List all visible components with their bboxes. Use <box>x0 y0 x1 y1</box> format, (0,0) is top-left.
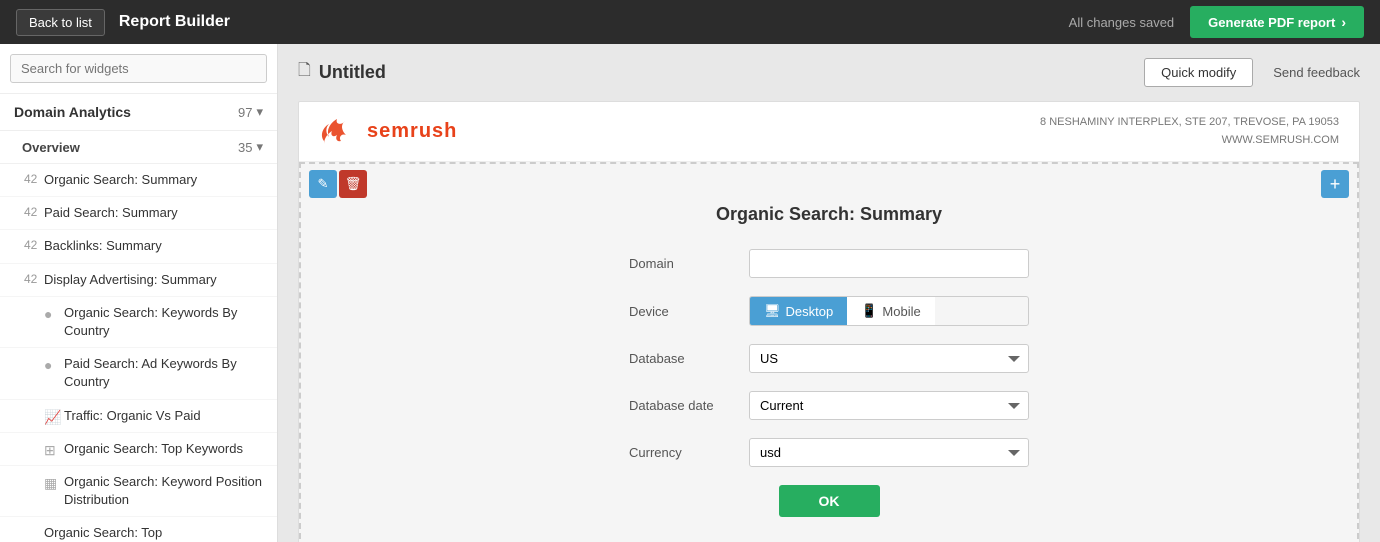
delete-widget-button[interactable]: 🗑 <box>339 170 367 198</box>
database-select[interactable]: US UK CA AU DE FR <box>749 344 1029 373</box>
database-date-select-wrapper: Current Previous <box>749 391 1029 420</box>
form-row-domain: Domain <box>629 249 1029 278</box>
report-card: semrush 8 NESHAMINY INTERPLEX, STE 207, … <box>298 101 1360 542</box>
logo-flame-icon <box>319 119 359 145</box>
top-navigation: Back to list Report Builder All changes … <box>0 0 1380 44</box>
search-input[interactable] <box>10 54 267 83</box>
page-title-area: 🗋 Untitled <box>298 59 386 86</box>
item-label: Paid Search: Summary <box>44 204 263 222</box>
content-area: 🗋 Untitled Quick modify Send feedback se… <box>278 44 1380 542</box>
item-label: Organic Search: Keywords By Country <box>64 304 263 340</box>
arrow-icon: › <box>1341 14 1346 30</box>
sidebar: Domain Analytics 97 ▾ Overview 35 ▾ 42 O… <box>0 44 278 542</box>
form-row-database: Database US UK CA AU DE FR <box>629 344 1029 373</box>
device-label: Device <box>629 304 749 319</box>
company-header: semrush 8 NESHAMINY INTERPLEX, STE 207, … <box>299 102 1359 162</box>
widget-area: ✎ 🗑 + Organic Search: Summary Domain <box>299 162 1359 542</box>
item-label: Organic Search: Top Keywords <box>64 440 263 458</box>
device-toggle: 🖥 Desktop 📱 Mobile <box>749 296 1029 326</box>
chevron-down-icon: ▾ <box>256 104 263 120</box>
list-item[interactable]: ● Paid Search: Ad Keywords By Country <box>0 348 277 399</box>
list-item[interactable]: 42 Backlinks: Summary <box>0 230 277 263</box>
form-row-database-date: Database date Current Previous <box>629 391 1029 420</box>
list-item[interactable]: 42 Paid Search: Summary <box>0 197 277 230</box>
list-item[interactable]: ⊞ Organic Search: Top Keywords <box>0 433 277 466</box>
item-label: Organic Search: Top <box>44 524 263 542</box>
edit-widget-button[interactable]: ✎ <box>309 170 337 198</box>
sidebar-section-domain-analytics[interactable]: Domain Analytics 97 ▾ <box>0 94 277 131</box>
list-item[interactable]: ▦ Organic Search: Keyword Position Distr… <box>0 466 277 517</box>
domain-label: Domain <box>629 256 749 271</box>
circle-icon: ● <box>44 356 58 370</box>
list-item[interactable]: Organic Search: Top <box>0 517 277 542</box>
desktop-button[interactable]: 🖥 Desktop <box>750 297 847 325</box>
page-header-right: Quick modify Send feedback <box>1144 58 1360 87</box>
item-label: Paid Search: Ad Keywords By Country <box>64 355 263 391</box>
form-row-device: Device 🖥 Desktop 📱 Mobile <box>629 296 1029 326</box>
list-item[interactable]: 📈 Traffic: Organic Vs Paid <box>0 400 277 433</box>
circle-icon: ● <box>44 305 58 319</box>
list-item[interactable]: 42 Organic Search: Summary <box>0 164 277 197</box>
device-toggle-wrapper: 🖥 Desktop 📱 Mobile <box>749 296 1029 326</box>
item-label: Organic Search: Keyword Position Distrib… <box>64 473 263 509</box>
overview-count: 35 ▾ <box>238 139 263 155</box>
mobile-label: Mobile <box>882 304 920 319</box>
back-to-list-button[interactable]: Back to list <box>16 9 105 36</box>
app-title: Report Builder <box>119 13 230 31</box>
mobile-icon: 📱 <box>861 303 877 319</box>
save-status: All changes saved <box>1069 15 1175 30</box>
database-label: Database <box>629 351 749 366</box>
website-line: WWW.SEMRUSH.COM <box>1040 132 1339 150</box>
database-date-label: Database date <box>629 398 749 413</box>
chevron-down-icon-overview: ▾ <box>256 139 263 155</box>
item-number: 42 <box>14 204 40 221</box>
chart-icon: 📈 <box>44 408 58 422</box>
document-icon: 🗋 <box>298 59 311 86</box>
generate-pdf-button[interactable]: Generate PDF report › <box>1190 6 1364 38</box>
domain-analytics-count: 97 ▾ <box>238 104 263 120</box>
page-title: Untitled <box>319 62 386 83</box>
currency-select-wrapper: usd eur gbp <box>749 438 1029 467</box>
item-number: 42 <box>14 271 40 288</box>
desktop-icon: 🖥 <box>764 303 781 319</box>
form-row-currency: Currency usd eur gbp <box>629 438 1029 467</box>
widget-form: Organic Search: Summary Domain Device <box>299 162 1359 542</box>
item-label: Organic Search: Summary <box>44 171 263 189</box>
overview-label: Overview <box>22 140 80 155</box>
database-date-select[interactable]: Current Previous <box>749 391 1029 420</box>
address-line: 8 NESHAMINY INTERPLEX, STE 207, TREVOSE,… <box>1040 114 1339 132</box>
sidebar-search-area <box>0 44 277 94</box>
domain-input-wrapper <box>749 249 1029 278</box>
list-item[interactable]: 42 Display Advertising: Summary <box>0 264 277 297</box>
generate-pdf-label: Generate PDF report <box>1208 15 1335 30</box>
company-logo: semrush <box>319 119 457 145</box>
widget-toolbar: ✎ 🗑 <box>299 162 377 206</box>
logo-text: semrush <box>367 120 457 143</box>
form-title: Organic Search: Summary <box>321 204 1337 225</box>
add-widget-button[interactable]: + <box>1321 170 1349 198</box>
desktop-label: Desktop <box>786 304 834 319</box>
ok-row: OK <box>321 485 1337 517</box>
table-icon: ⊞ <box>44 441 58 455</box>
item-number: 42 <box>14 237 40 254</box>
company-address: 8 NESHAMINY INTERPLEX, STE 207, TREVOSE,… <box>1040 114 1339 149</box>
item-label: Backlinks: Summary <box>44 237 263 255</box>
page-header: 🗋 Untitled Quick modify Send feedback <box>278 44 1380 101</box>
item-label: Display Advertising: Summary <box>44 271 263 289</box>
send-feedback-link[interactable]: Send feedback <box>1273 65 1360 80</box>
mobile-button[interactable]: 📱 Mobile <box>847 297 934 325</box>
quick-modify-button[interactable]: Quick modify <box>1144 58 1253 87</box>
ok-button[interactable]: OK <box>779 485 880 517</box>
currency-label: Currency <box>629 445 749 460</box>
domain-analytics-label: Domain Analytics <box>14 104 131 120</box>
bar-icon: ▦ <box>44 474 58 488</box>
item-number: 42 <box>14 171 40 188</box>
list-item[interactable]: ● Organic Search: Keywords By Country <box>0 297 277 348</box>
item-label: Traffic: Organic Vs Paid <box>64 407 263 425</box>
domain-input[interactable] <box>749 249 1029 278</box>
sidebar-subsection-overview[interactable]: Overview 35 ▾ <box>0 131 277 164</box>
main-layout: Domain Analytics 97 ▾ Overview 35 ▾ 42 O… <box>0 44 1380 542</box>
database-select-wrapper: US UK CA AU DE FR <box>749 344 1029 373</box>
currency-select[interactable]: usd eur gbp <box>749 438 1029 467</box>
